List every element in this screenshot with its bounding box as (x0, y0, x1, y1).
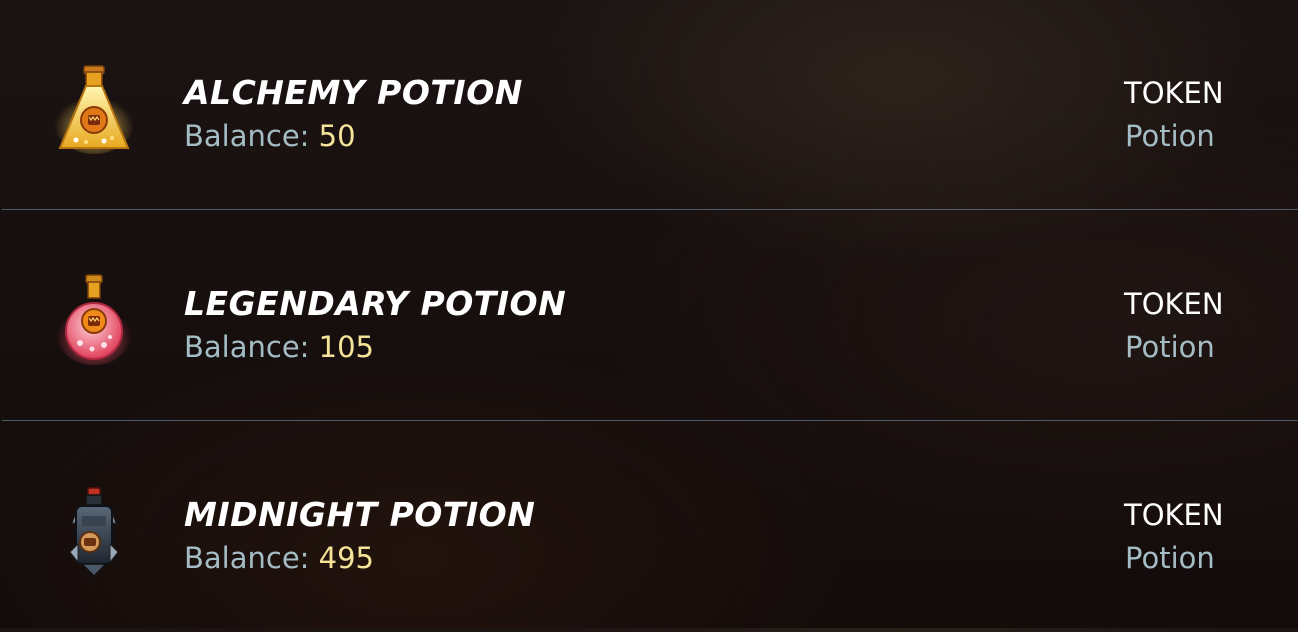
midnight-potion-icon (46, 484, 142, 580)
item-subtype: Potion (1125, 330, 1215, 364)
list-item[interactable]: LEGENDARY POTION Balance: 105 TOKEN Poti… (0, 211, 1298, 421)
item-type: TOKEN (1124, 76, 1224, 110)
divider (2, 209, 1298, 210)
balance-label: Balance: (184, 330, 310, 364)
balance-label: Balance: (184, 119, 310, 153)
balance-value: 50 (318, 119, 356, 153)
item-subtype: Potion (1125, 119, 1215, 153)
list-item[interactable]: MIDNIGHT POTION Balance: 495 TOKEN Potio… (0, 422, 1298, 632)
item-name: LEGENDARY POTION (184, 284, 567, 323)
legendary-potion-icon (46, 271, 142, 367)
item-type: TOKEN (1124, 287, 1224, 321)
item-type: TOKEN (1124, 498, 1224, 532)
item-balance: Balance: 495 (184, 541, 374, 575)
divider (2, 420, 1298, 421)
item-name: MIDNIGHT POTION (184, 495, 536, 534)
item-balance: Balance: 50 (184, 119, 356, 153)
item-subtype: Potion (1125, 541, 1215, 575)
list-item[interactable]: ALCHEMY POTION Balance: 50 TOKEN Potion (0, 0, 1298, 210)
balance-label: Balance: (184, 541, 310, 575)
balance-value: 495 (318, 541, 375, 575)
balance-value: 105 (318, 330, 375, 364)
alchemy-potion-icon (46, 60, 142, 156)
potion-list: ALCHEMY POTION Balance: 50 TOKEN Potion (0, 0, 1298, 628)
item-balance: Balance: 105 (184, 330, 374, 364)
item-name: ALCHEMY POTION (184, 73, 523, 112)
